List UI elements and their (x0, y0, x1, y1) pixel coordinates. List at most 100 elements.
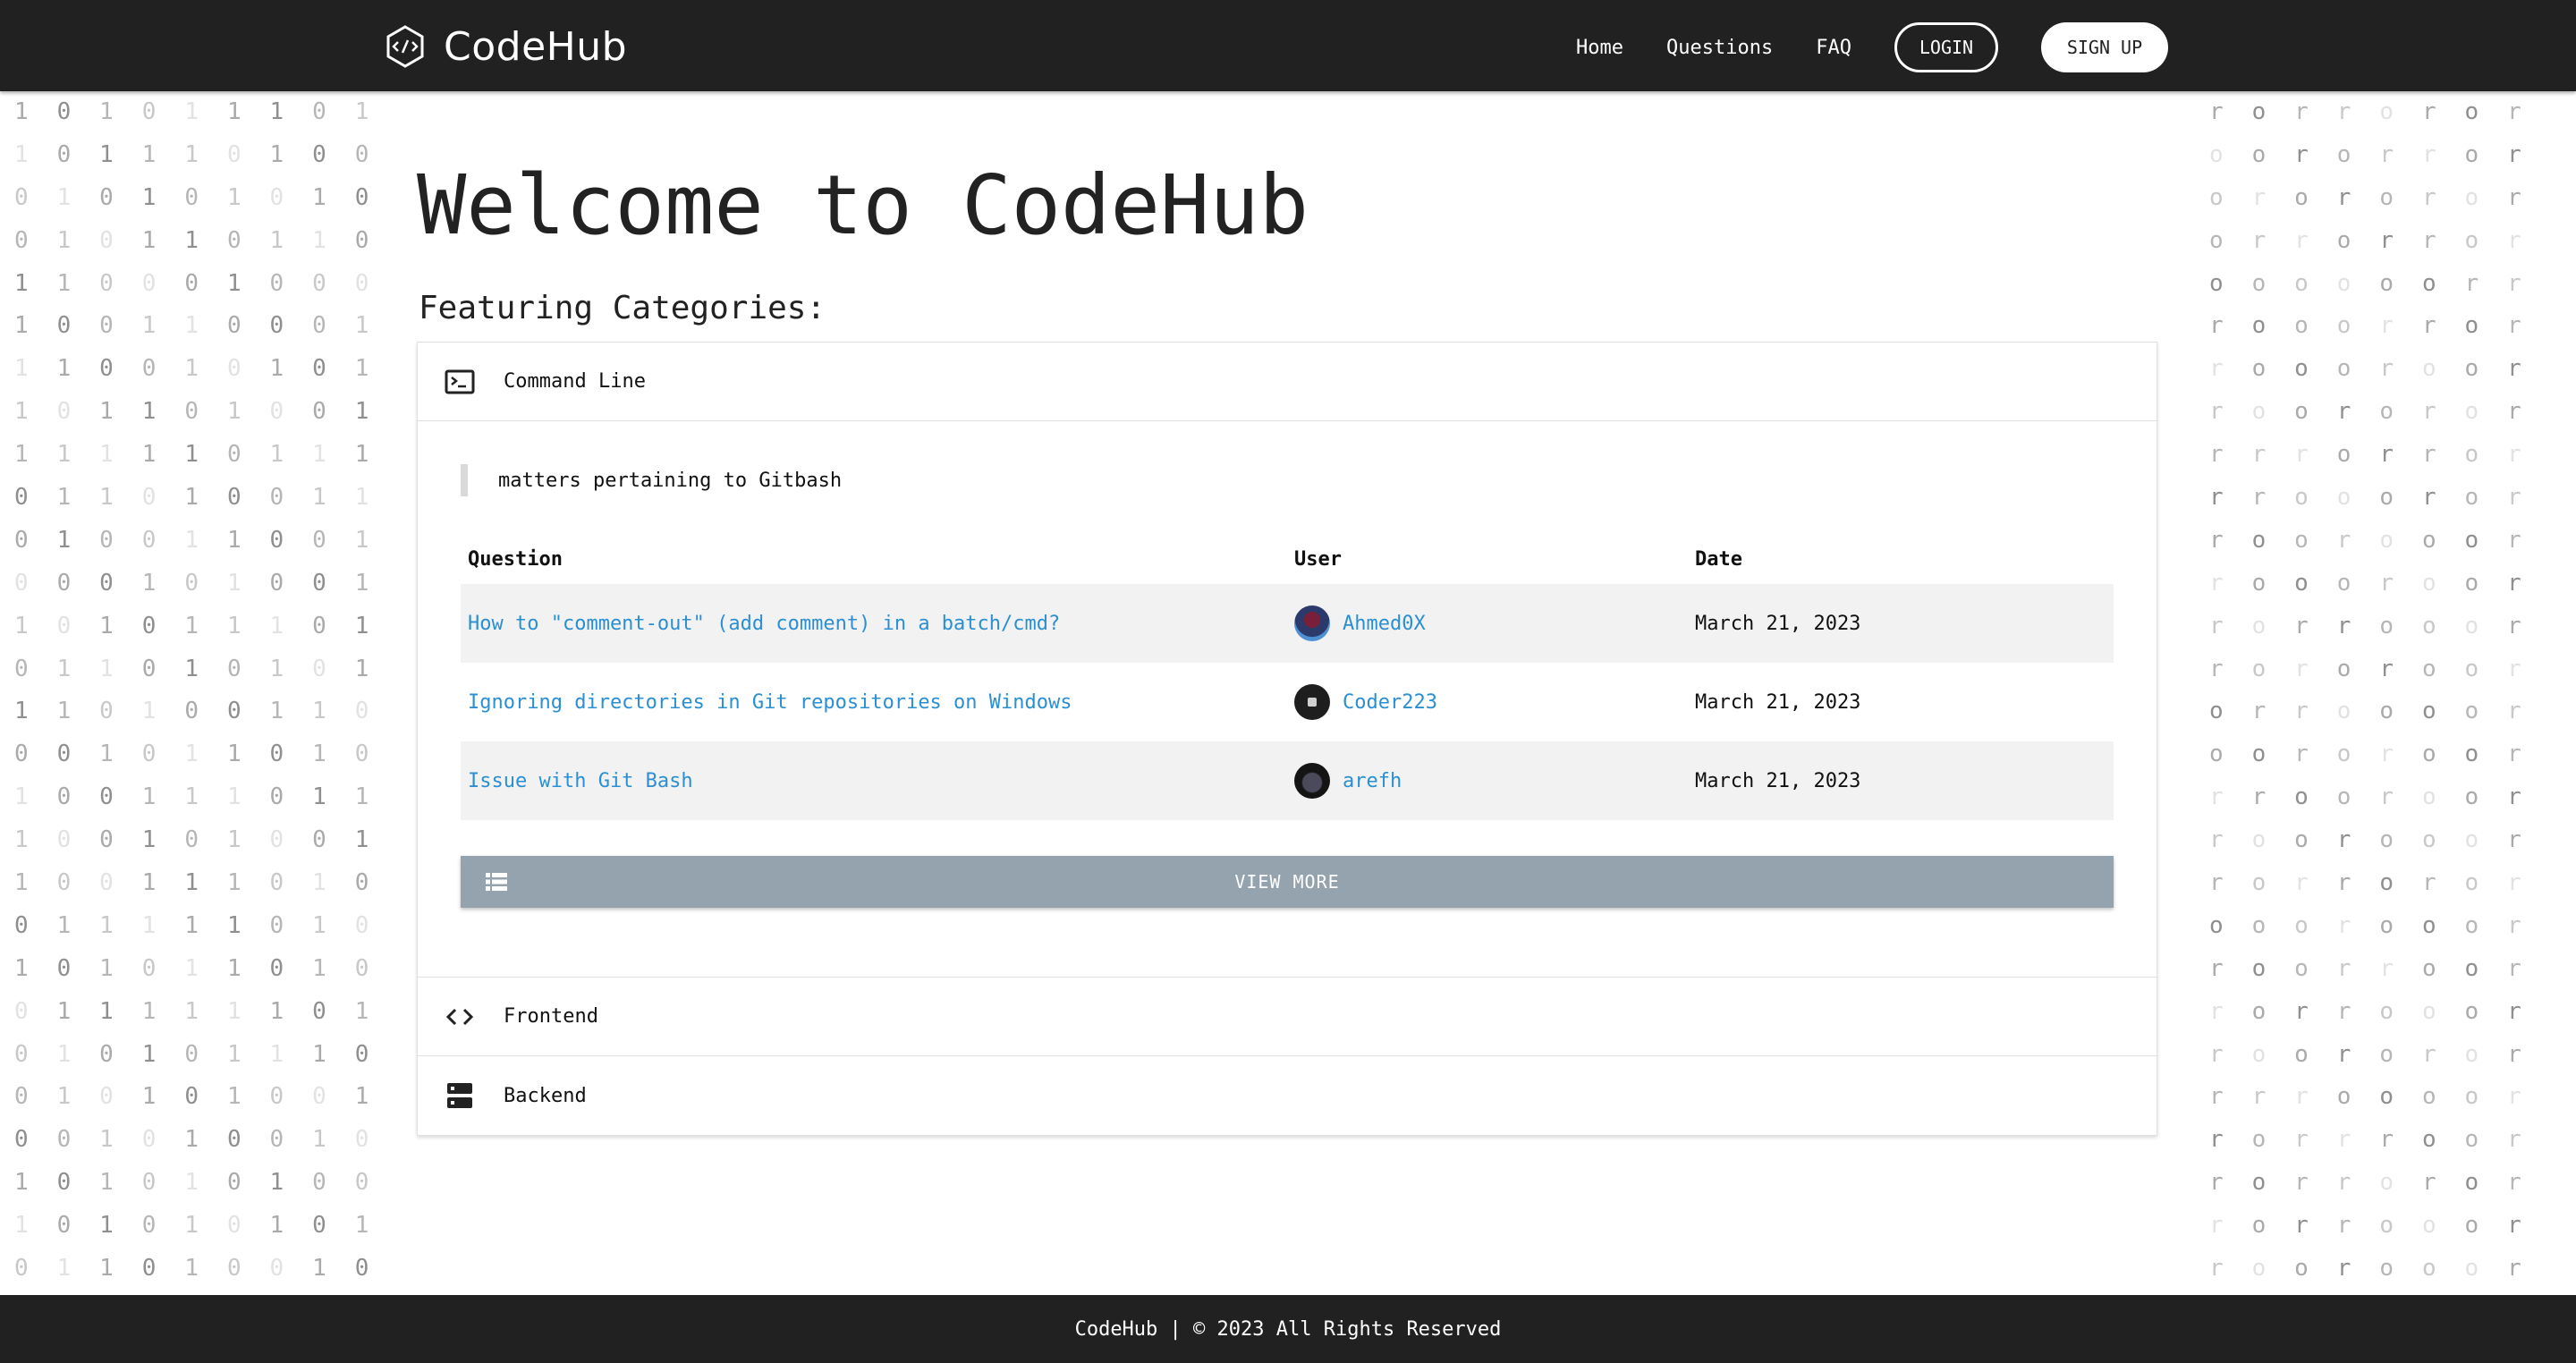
binary-row: 101011101 (13, 612, 369, 639)
binary-row: 011010010 (13, 1255, 369, 1283)
table-row: How to "comment-out" (add comment) in a … (461, 584, 2114, 663)
binary-row: rorrroor (2208, 1126, 2521, 1154)
binary-row: 100111010 (13, 869, 369, 897)
question-link[interactable]: Ignoring directories in Git repositories… (468, 691, 1072, 714)
avatar (1294, 763, 1330, 799)
binary-row: rororoor (2208, 655, 2521, 682)
category-header-backend[interactable]: Backend (418, 1056, 2157, 1135)
table-row: Issue with Git Bash arefh March 21, 2023 (461, 741, 2114, 820)
binary-row: 011111101 (13, 997, 369, 1025)
list-icon (486, 873, 507, 891)
binary-row: 100111011 (13, 783, 369, 811)
footer-copyright: CodeHub | © 2023 All Rights Reserved (1074, 1317, 1502, 1341)
username: arefh (1343, 769, 1402, 792)
binary-row: 011010101 (13, 655, 369, 682)
categories-accordion: Command Line matters pertaining to Gitba… (417, 342, 2157, 1136)
login-button[interactable]: LOGIN (1894, 22, 1998, 72)
binary-row: roororor (2208, 1040, 2521, 1068)
section-subtitle: Featuring Categories: (419, 290, 826, 326)
binary-row: oororror (2208, 140, 2521, 168)
binary-row: 101010100 (13, 1169, 369, 1197)
binary-row: roororor (2208, 398, 2521, 426)
binary-row: 101010101 (13, 1212, 369, 1240)
category-description: matters pertaining to Gitbash (461, 464, 842, 496)
binary-row: 010101110 (13, 1040, 369, 1068)
binary-row: 010011001 (13, 526, 369, 554)
signup-button[interactable]: SIGN UP (2041, 22, 2168, 72)
binary-row: orororor (2208, 183, 2521, 211)
question-date: March 21, 2023 (1695, 769, 1861, 792)
main-nav: Home Questions FAQ LOGIN SIGN UP (1576, 21, 2168, 73)
user-link[interactable]: arefh (1294, 763, 1681, 799)
binary-decoration-left: 101011101 101110100 010101010 010110110 1100… (0, 91, 376, 1295)
binary-row: rooorror (2208, 312, 2521, 340)
binary-row: 101011101 (13, 98, 369, 125)
binary-row: rorroror (2208, 869, 2521, 897)
footer: CodeHub | © 2023 All Rights Reserved (0, 1295, 2576, 1363)
top-navbar: CodeHub Home Questions FAQ LOGIN SIGN UP (0, 0, 2576, 91)
binary-row: rorrooor (2208, 1212, 2521, 1240)
binary-row: orroooor (2208, 698, 2521, 725)
question-date: March 21, 2023 (1695, 690, 1861, 714)
terminal-icon (445, 369, 475, 394)
binary-row: rrroooor (2208, 1083, 2521, 1111)
nav-questions-link[interactable]: Questions (1666, 37, 1773, 59)
category-label: Frontend (504, 1005, 598, 1028)
category-label: Backend (504, 1084, 587, 1107)
binary-row: rorroror (2208, 98, 2521, 125)
category-label: Command Line (504, 370, 646, 393)
question-link[interactable]: How to "comment-out" (add comment) in a … (468, 613, 1060, 635)
table-row: Ignoring directories in Git repositories… (461, 663, 2114, 741)
column-header-date: Date (1695, 547, 1742, 571)
binary-row: 011111010 (13, 911, 369, 939)
nav-home-link[interactable]: Home (1576, 37, 1623, 59)
category-body-command-line: matters pertaining to Gitbash Question U… (418, 421, 2157, 978)
category-header-command-line[interactable]: Command Line (418, 343, 2157, 421)
view-more-button[interactable]: VIEW MORE (461, 856, 2114, 908)
binary-row: rrooroor (2208, 783, 2521, 811)
brand[interactable]: CodeHub (385, 23, 627, 70)
binary-row: 001010010 (13, 1126, 369, 1154)
binary-row: 111110111 (13, 441, 369, 469)
category-header-frontend[interactable]: Frontend (418, 978, 2157, 1056)
username: Ahmed0X (1343, 612, 1426, 635)
binary-row: 101101001 (13, 398, 369, 426)
binary-row: 010101001 (13, 1083, 369, 1111)
binary-row: 010101010 (13, 183, 369, 211)
binary-row: 010110110 (13, 226, 369, 254)
table-header-row: Question User Date (461, 534, 2114, 584)
binary-row: 101110100 (13, 140, 369, 168)
column-header-user: User (1294, 547, 1342, 571)
binary-row: roooroor (2208, 355, 2521, 383)
binary-row: ooorooor (2208, 911, 2521, 939)
binary-row: rorroror (2208, 1169, 2521, 1197)
binary-row: rrrorror (2208, 441, 2521, 469)
user-link[interactable]: Coder223 (1294, 684, 1681, 720)
column-header-question: Question (468, 547, 563, 571)
binary-row: 100101001 (13, 826, 369, 854)
binary-row: roorooor (2208, 1255, 2521, 1283)
avatar (1294, 605, 1330, 641)
page-title: Welcome to CodeHub (417, 157, 1309, 253)
server-icon (447, 1083, 472, 1108)
binary-row: 101011010 (13, 954, 369, 982)
question-date: March 21, 2023 (1695, 612, 1861, 635)
code-hexagon-icon (386, 25, 424, 68)
code-brackets-icon (445, 1008, 474, 1025)
binary-row: 110010101 (13, 355, 369, 383)
binary-row: roorroor (2208, 954, 2521, 982)
binary-row: 100110001 (13, 312, 369, 340)
binary-row: rorrooor (2208, 612, 2521, 639)
binary-row: roorooor (2208, 526, 2521, 554)
binary-row: 110001000 (13, 269, 369, 297)
view-more-label: VIEW MORE (1234, 871, 1340, 893)
binary-row: orrorror (2208, 226, 2521, 254)
binary-row: rroooror (2208, 484, 2521, 512)
binary-decoration-right: rorroror oororror orororor orrorror oooooorr… (2195, 91, 2576, 1295)
question-link[interactable]: Issue with Git Bash (468, 770, 693, 792)
username: Coder223 (1343, 690, 1437, 714)
questions-table: Question User Date How to "comment-out" … (461, 534, 2114, 820)
user-link[interactable]: Ahmed0X (1294, 605, 1681, 641)
binary-row: 110100110 (13, 698, 369, 725)
nav-faq-link[interactable]: FAQ (1816, 37, 1852, 59)
